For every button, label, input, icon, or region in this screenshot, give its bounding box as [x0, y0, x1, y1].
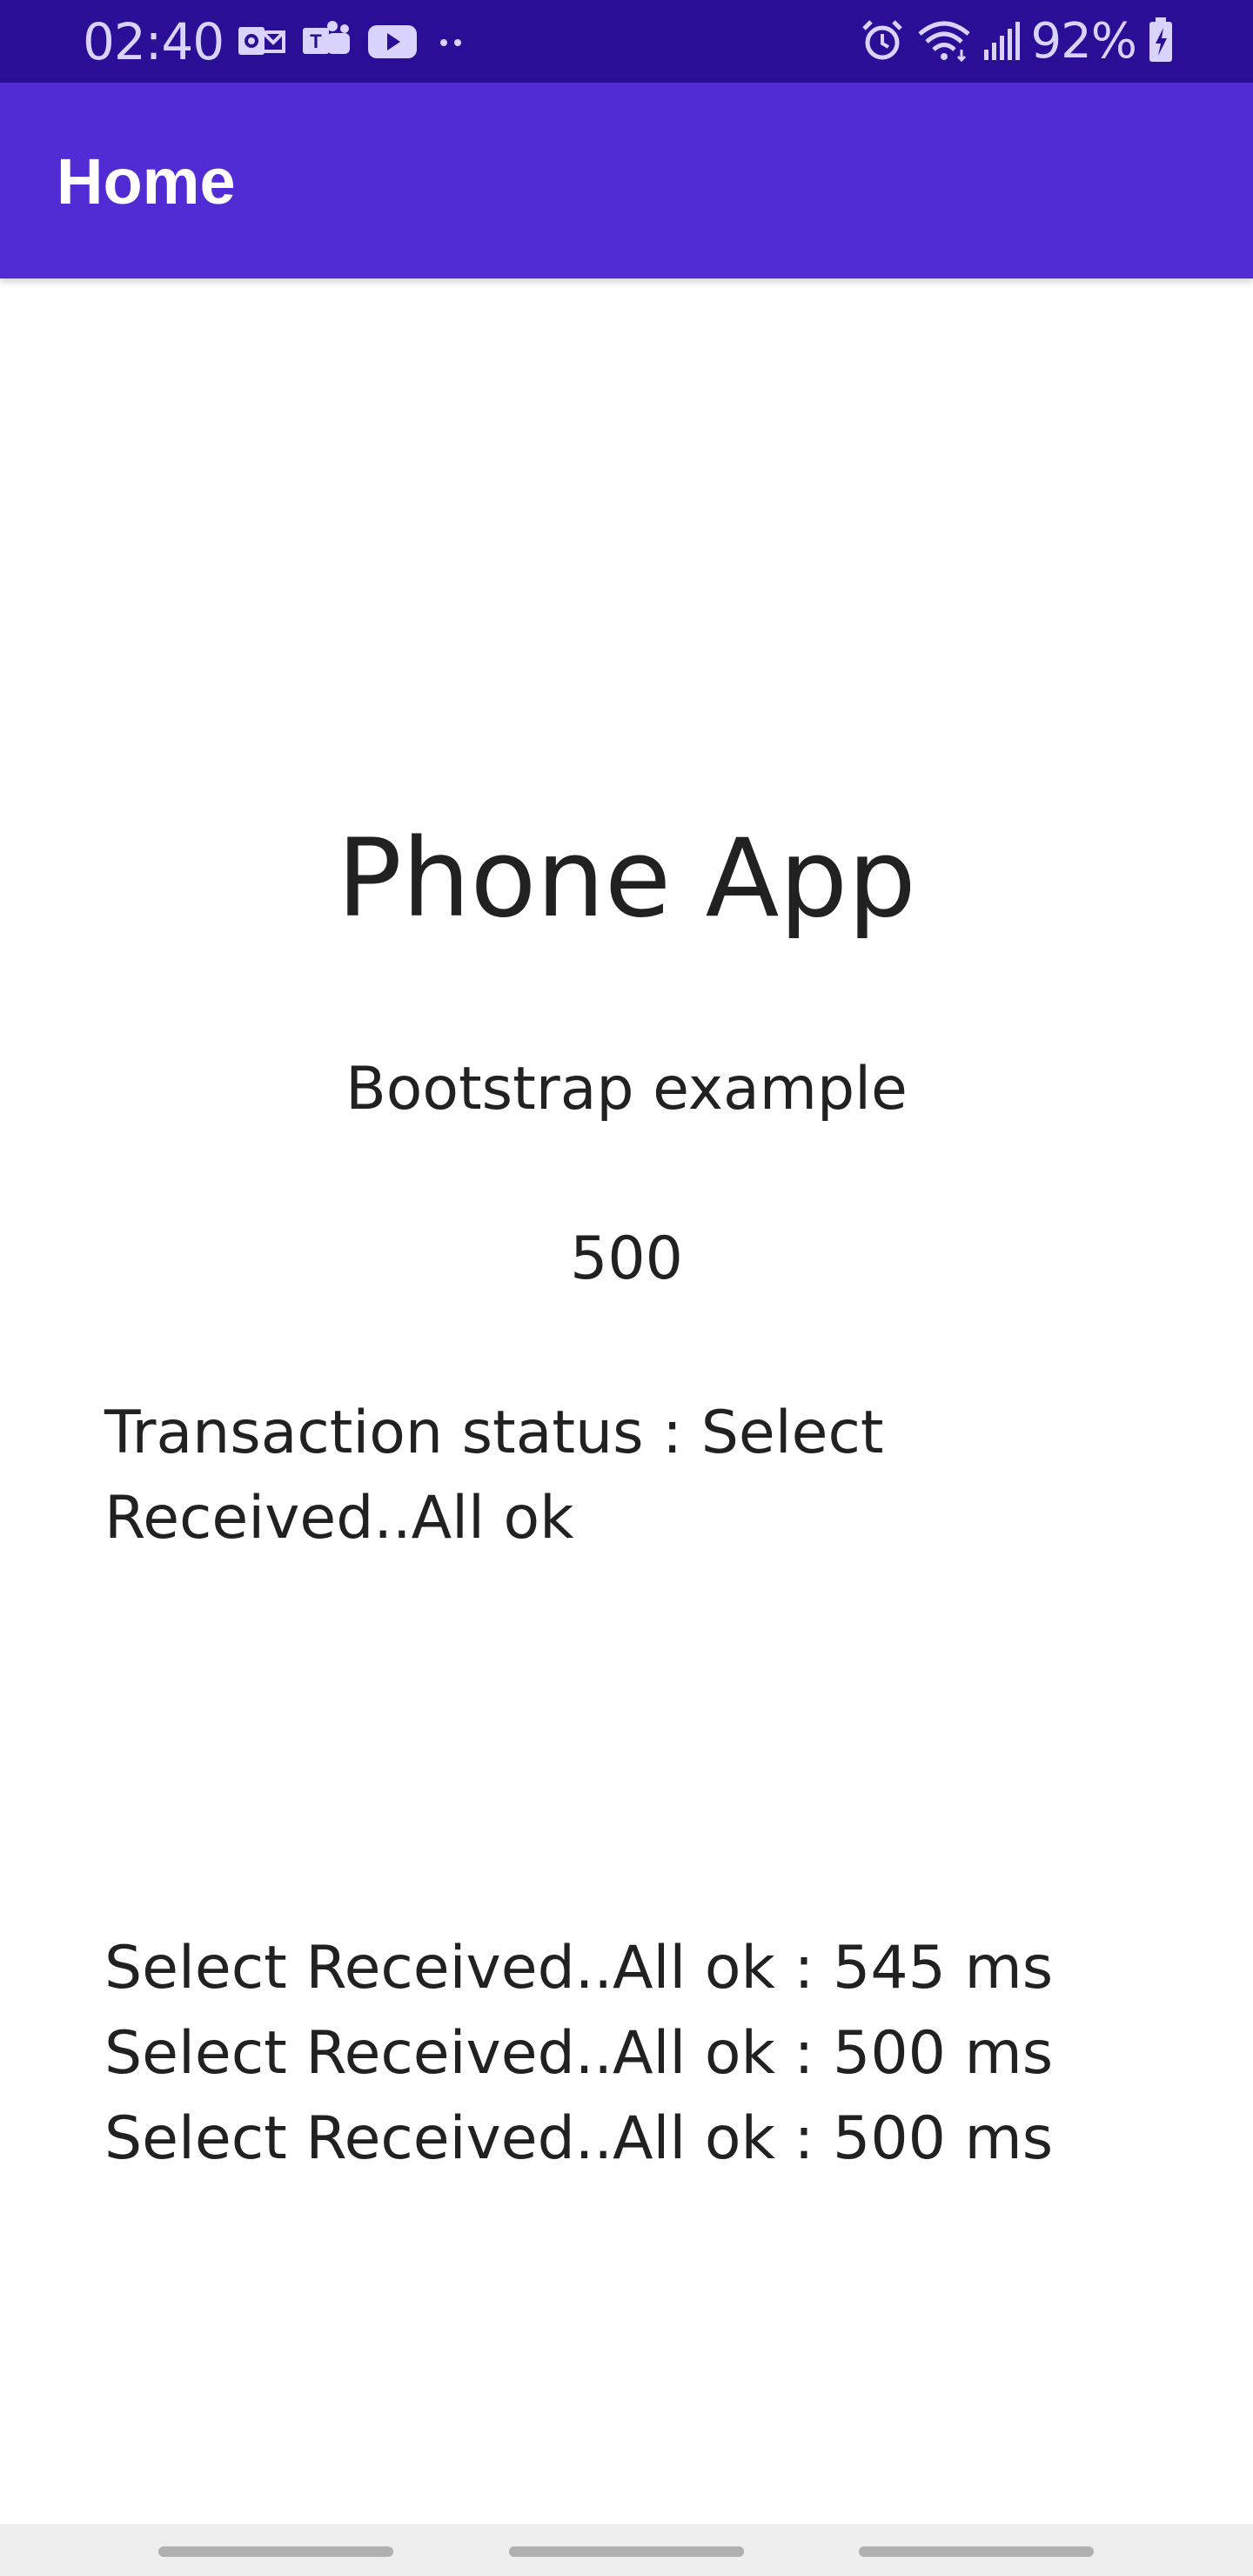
teams-icon: T	[301, 19, 352, 66]
youtube-icon	[367, 22, 418, 64]
svg-text:T: T	[310, 30, 322, 52]
status-bar: 02:40 T 92%	[0, 0, 1253, 83]
nav-recents-handle[interactable]	[158, 2546, 393, 2557]
more-dots-icon	[433, 22, 468, 64]
transaction-status: Transaction status : Select Received..Al…	[104, 1399, 884, 1553]
nav-home-handle[interactable]	[509, 2546, 744, 2557]
notification-icons: T	[237, 19, 468, 66]
log-item: Select Received..All ok : 500 ms	[104, 2019, 1054, 2088]
log-item: Select Received..All ok : 500 ms	[104, 2104, 1054, 2173]
signal-icon	[982, 17, 1021, 67]
nav-back-handle[interactable]	[859, 2546, 1094, 2557]
outlook-icon	[237, 20, 285, 65]
navigation-bar	[0, 2524, 1253, 2576]
wifi-icon	[916, 17, 972, 67]
battery-charging-icon	[1147, 16, 1175, 68]
page-subtitle: Bootstrap example	[345, 1055, 908, 1124]
counter-value: 500	[570, 1224, 683, 1293]
log-list: Select Received..All ok : 545 ms Select …	[104, 1926, 1053, 2182]
battery-percent: 92%	[1030, 13, 1137, 70]
app-bar: Home	[0, 83, 1253, 278]
app-bar-title: Home	[57, 145, 236, 218]
status-time: 02:40	[83, 12, 224, 71]
system-status: 92%	[859, 12, 1175, 71]
log-item: Select Received..All ok : 545 ms	[104, 1934, 1054, 2002]
alarm-icon	[859, 17, 906, 67]
page-title: Phone App	[337, 816, 916, 942]
